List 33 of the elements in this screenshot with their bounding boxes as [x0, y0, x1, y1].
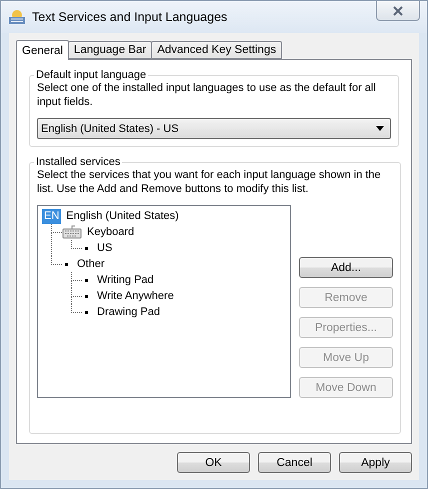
group-title: Default input language: [35, 69, 148, 81]
tab[interactable]: Advanced Key Settings: [151, 41, 282, 59]
tab[interactable]: General: [16, 40, 69, 60]
bullet-icon: [85, 278, 88, 282]
window-title: Text Services and Input Languages: [32, 10, 228, 24]
bullet-icon: [85, 246, 88, 250]
bullet-icon: [85, 294, 88, 298]
tab[interactable]: Language Bar: [68, 41, 152, 59]
close-button[interactable]: [376, 1, 420, 21]
tree-item[interactable]: Drawing Pad: [97, 306, 160, 318]
dialog-button[interactable]: Cancel: [258, 452, 331, 473]
tree-item[interactable]: English (United States): [66, 210, 179, 222]
group-title: Installed services: [35, 156, 122, 168]
tree-item[interactable]: Other: [77, 258, 105, 270]
language-badge: EN: [42, 208, 62, 224]
service-button[interactable]: Add...: [299, 257, 393, 278]
keyboard-globe-icon: [8, 9, 26, 25]
keyboard-icon: [62, 225, 82, 239]
bullet-icon: [85, 310, 88, 314]
close-icon: [392, 6, 404, 16]
dropdown-arrow-icon: [376, 126, 384, 131]
services-tree[interactable]: EN English (United States) Keyboard US Other Writing Pad Write Anywhere Drawing Pad: [37, 205, 291, 398]
tree-item[interactable]: US: [97, 242, 112, 254]
description-text: Select one of the installed input languages to use as the default for all input fields.: [37, 81, 377, 109]
description-text: Select the services that you want for each input language shown in the list. Use the Add and Remove buttons to modify this list.: [37, 168, 382, 196]
tree-item[interactable]: Writing Pad: [97, 274, 154, 286]
tree-line: [71, 240, 82, 249]
tree-item[interactable]: Keyboard: [87, 226, 134, 238]
bullet-icon: [65, 262, 68, 266]
language-dropdown[interactable]: English (United States) - US: [37, 118, 391, 139]
dialog-button[interactable]: OK: [177, 452, 250, 473]
dialog-button[interactable]: Apply: [339, 452, 412, 473]
tree-item[interactable]: Write Anywhere: [97, 290, 174, 302]
